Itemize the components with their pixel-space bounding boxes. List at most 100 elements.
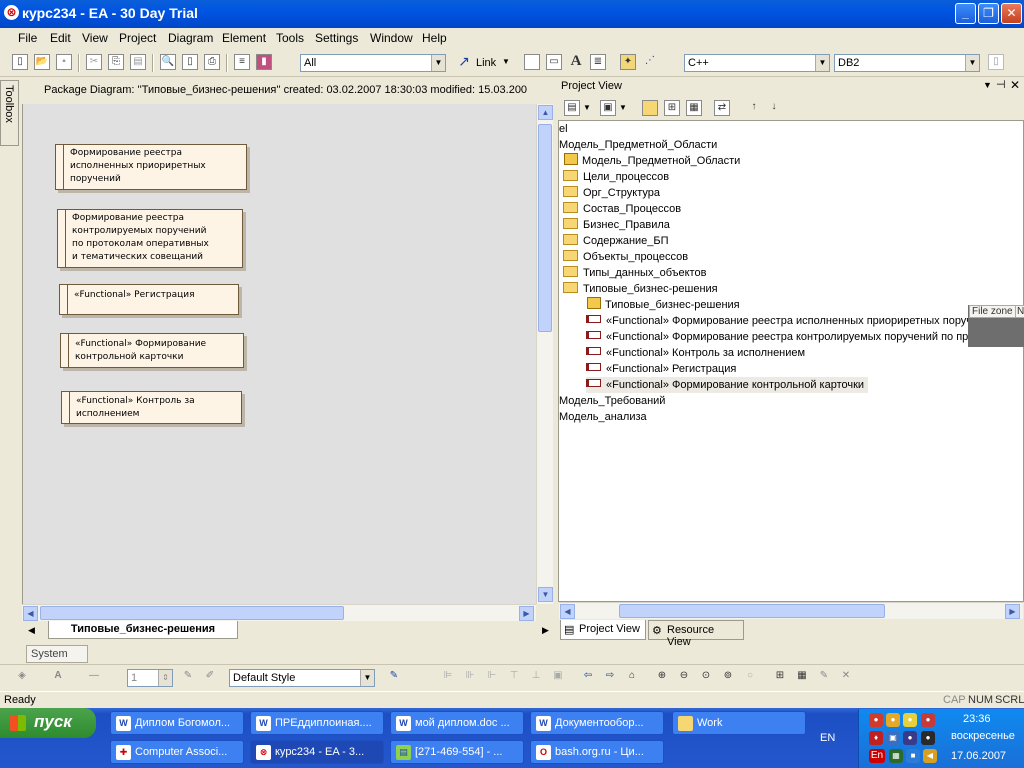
diagram-horizontal-scrollbar[interactable]: ◀ ▶ (22, 604, 536, 621)
menu-window[interactable]: Window (370, 31, 413, 45)
taskbar-button[interactable]: ▤ [271-469-554] - ... (390, 740, 524, 764)
search-icon[interactable]: ○ (742, 669, 758, 685)
align-top-icon[interactable]: ⊤ (506, 669, 522, 685)
tree-item[interactable]: «Functional» Формирование реестра контро… (586, 329, 1023, 345)
tray-icon-1[interactable]: ● (869, 713, 883, 727)
layout-icon[interactable]: ⊞ (772, 669, 788, 685)
tab-resource-view[interactable]: ⚙ Resource View (648, 620, 744, 648)
document-text-icon[interactable]: ≣ (590, 54, 606, 70)
save-icon[interactable]: ▪ (56, 54, 72, 70)
taskbar-button[interactable]: W ПРЕддиплоиная.... (250, 711, 384, 735)
zoom-out-icon[interactable]: ⊖ (676, 669, 692, 685)
taskbar-button[interactable]: ✚ Computer Associ... (110, 740, 244, 764)
line-width-stepper[interactable]: 1 ⇕ (127, 669, 173, 687)
folder-icon[interactable] (642, 100, 658, 116)
tree-item[interactable]: «Functional» Регистрация (586, 361, 736, 377)
back-icon[interactable]: ⇦ (580, 669, 596, 685)
tree-item[interactable]: Типы_данных_объектов (563, 265, 706, 281)
filter-select[interactable]: All ▼ (300, 54, 446, 72)
align-left-icon[interactable]: ⊫ (440, 669, 456, 685)
generate-icon[interactable]: ▯ (988, 54, 1004, 70)
home-icon[interactable]: ⌂ (624, 669, 640, 685)
delete-icon[interactable]: ✕ (838, 669, 854, 685)
maximize-button[interactable]: ❐ (978, 3, 999, 24)
paste-icon[interactable]: ▤ (130, 54, 146, 70)
tray-icon-2[interactable]: ● (886, 713, 900, 727)
chevron-down-icon[interactable]: ▼ (502, 57, 510, 66)
print-icon[interactable]: ⎙ (204, 54, 220, 70)
tray-icon-8[interactable]: ● (921, 731, 935, 745)
language-indicator[interactable]: EN (820, 732, 835, 744)
start-button[interactable]: пуск (0, 708, 96, 738)
tree-item[interactable]: Модель_Предметной_Области (559, 137, 717, 153)
scroll-thumb[interactable] (538, 124, 552, 332)
align-right-icon[interactable]: ⊩ (484, 669, 500, 685)
tab-diagram[interactable]: Типовые_бизнес-решения (48, 621, 238, 639)
taskbar-button[interactable]: Wмой диплом.doc ... (390, 711, 524, 735)
database-select[interactable]: DB2 ▼ (834, 54, 980, 72)
scroll-thumb[interactable] (40, 606, 344, 620)
notes-icon[interactable]: ≡ (234, 54, 250, 70)
element-icon[interactable]: ▦ (686, 100, 702, 116)
pin-icon[interactable]: ⊣ (996, 78, 1006, 91)
tray-icon-4[interactable]: ● (921, 713, 935, 727)
tree-item[interactable]: Бизнес_Правила (563, 217, 670, 233)
same-size-icon[interactable]: ▣ (550, 669, 566, 685)
tray-shield-icon[interactable]: ♦ (869, 731, 883, 745)
cut-icon[interactable]: ✂ (86, 54, 102, 70)
scroll-thumb[interactable] (619, 604, 885, 618)
chevron-down-icon[interactable]: ▼ (983, 80, 992, 90)
menu-help[interactable]: Help (422, 31, 447, 45)
tree-item[interactable]: Модель_Требований (559, 393, 665, 409)
scroll-right-icon[interactable]: ▶ (519, 606, 534, 621)
menu-view[interactable]: View (82, 31, 108, 45)
language-select[interactable]: C++ ▼ (684, 54, 830, 72)
forward-icon[interactable]: ⇨ (602, 669, 618, 685)
pen-icon[interactable]: ✐ (202, 669, 218, 685)
tree-item-selected[interactable]: «Functional» Формирование контрольной ка… (586, 377, 869, 393)
style-select[interactable]: Default Style ▼ (229, 669, 375, 687)
menu-file[interactable]: File (18, 31, 37, 45)
rectangle-icon[interactable] (524, 54, 540, 70)
project-tree-horizontal-scrollbar[interactable]: ◀ ▶ (559, 602, 1023, 619)
line-color-icon[interactable]: — (86, 669, 102, 685)
tab-project-view[interactable]: ▤ Project View (560, 620, 646, 640)
diagram-element[interactable]: Формирование реестра исполненных приорир… (55, 144, 247, 190)
text-icon[interactable]: A (568, 54, 584, 70)
tray-language-icon[interactable]: En (869, 749, 885, 763)
taskbar-button[interactable]: W Диплом Богомол... (110, 711, 244, 735)
menu-element[interactable]: Element (222, 31, 266, 45)
scroll-up-icon[interactable]: ▲ (538, 105, 553, 120)
tree-item[interactable]: Модель_анализа (559, 409, 647, 425)
book-icon[interactable]: ▮ (256, 54, 272, 70)
zoom-fit-icon[interactable]: ⊙ (698, 669, 714, 685)
taskbar-button[interactable]: Work (672, 711, 806, 735)
diagram-vertical-scrollbar[interactable]: ▲ ▼ (536, 104, 553, 604)
tray-icon-7[interactable]: ● (903, 731, 917, 745)
new-diagram-icon[interactable]: ▣ (600, 100, 616, 116)
tree-item[interactable]: «Functional» Контроль за исполнением (586, 345, 805, 361)
tray-icon-3[interactable]: ● (903, 713, 917, 727)
volume-icon[interactable]: ◀ (923, 749, 937, 763)
chevron-down-icon[interactable]: ▼ (619, 103, 627, 112)
link-label[interactable]: Link (476, 57, 496, 69)
zoom-100-icon[interactable]: ⊚ (720, 669, 736, 685)
menu-tools[interactable]: Tools (276, 31, 304, 45)
new-icon[interactable]: ▯ (12, 54, 28, 70)
align-bottom-icon[interactable]: ⊥ (528, 669, 544, 685)
minimize-button[interactable]: _ (955, 3, 976, 24)
menu-edit[interactable]: Edit (50, 31, 71, 45)
align-center-icon[interactable]: ⊪ (462, 669, 478, 685)
taskbar-button[interactable]: W Документообор... (530, 711, 664, 735)
tool-icon[interactable]: ✎ (816, 669, 832, 685)
zoom-in-icon[interactable]: ⊕ (654, 669, 670, 685)
copy-icon[interactable]: ⎘ (108, 54, 124, 70)
menu-settings[interactable]: Settings (315, 31, 358, 45)
close-icon[interactable]: ✕ (1010, 78, 1020, 92)
tree-item[interactable]: Цели_процессов (563, 169, 669, 185)
tray-icon-11[interactable]: ■ (906, 749, 920, 763)
fill-color-icon[interactable]: ◈ (14, 669, 30, 685)
move-down-icon[interactable]: ↓ (766, 100, 782, 116)
taskbar-button-active[interactable]: ⊗ курс234 - EA - 3... (250, 740, 384, 764)
close-button[interactable]: ✕ (1001, 3, 1022, 24)
